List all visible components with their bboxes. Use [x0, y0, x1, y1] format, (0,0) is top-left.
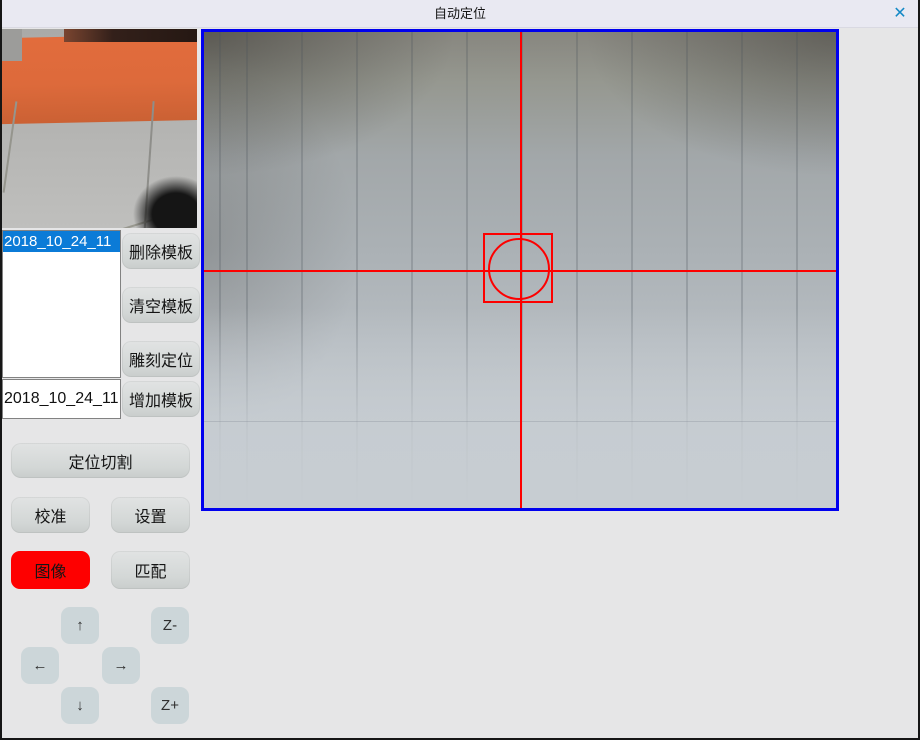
- settings-button[interactable]: 设置: [111, 497, 190, 533]
- position-cut-button[interactable]: 定位切割: [11, 443, 190, 478]
- jog-z-minus-button[interactable]: Z-: [151, 607, 189, 644]
- list-item[interactable]: 2018_10_24_11: [3, 231, 120, 252]
- template-list[interactable]: 2018_10_24_11: [2, 230, 121, 378]
- jog-up-button[interactable]: ↑: [61, 607, 99, 644]
- add-template-button[interactable]: 增加模板: [122, 381, 200, 417]
- auto-position-window: 自动定位 ✕ 2018_10_24_11 删除模板 清空模板 雕刻定位 增加模板…: [0, 0, 920, 740]
- titlebar: 自动定位 ✕: [2, 0, 918, 28]
- jog-left-button[interactable]: ←: [21, 647, 59, 684]
- close-icon[interactable]: ✕: [888, 4, 912, 24]
- calibrate-button[interactable]: 校准: [11, 497, 90, 533]
- thumbnail-orange-beam: [2, 34, 197, 124]
- jog-right-button[interactable]: →: [102, 647, 140, 684]
- clear-template-button[interactable]: 清空模板: [122, 287, 200, 323]
- template-thumbnail: [2, 29, 197, 228]
- thumbnail-gray-patch: [2, 29, 22, 61]
- delete-template-button[interactable]: 删除模板: [122, 233, 200, 269]
- image-button[interactable]: 图像: [11, 551, 90, 589]
- jog-z-plus-button[interactable]: Z+: [151, 687, 189, 724]
- window-title: 自动定位: [2, 0, 918, 28]
- engrave-position-button[interactable]: 雕刻定位: [122, 341, 200, 377]
- target-circle-overlay: [488, 238, 550, 300]
- match-button[interactable]: 匹配: [111, 551, 190, 589]
- template-name-input[interactable]: [2, 379, 121, 419]
- thumbnail-dark-bar: [64, 29, 197, 42]
- thumbnail-dark-object: [133, 176, 197, 228]
- jog-down-button[interactable]: ↓: [61, 687, 99, 724]
- camera-view[interactable]: [201, 29, 839, 511]
